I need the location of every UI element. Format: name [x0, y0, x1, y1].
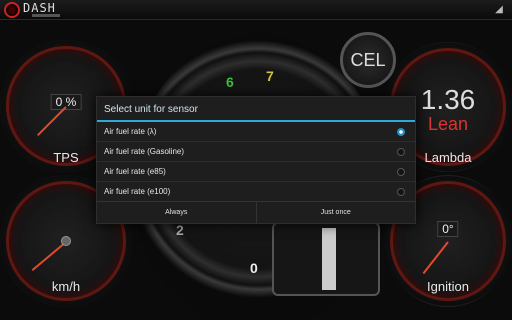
- ignition-readout: 0°: [437, 221, 459, 237]
- option-air-fuel-gasoline[interactable]: Air fuel rate (Gasoline): [97, 142, 415, 162]
- car-menu-icon[interactable]: ◢: [492, 4, 506, 16]
- radio-icon[interactable]: [397, 188, 405, 196]
- option-label: Air fuel rate (e85): [104, 167, 166, 176]
- option-label: Air fuel rate (Gasoline): [104, 147, 185, 156]
- option-air-fuel-e100[interactable]: Air fuel rate (e100): [97, 182, 415, 202]
- ignition-label: Ignition: [427, 279, 469, 294]
- radio-icon[interactable]: [397, 148, 405, 156]
- option-label: Air fuel rate (λ): [104, 127, 157, 136]
- option-air-fuel-e85[interactable]: Air fuel rate (e85): [97, 162, 415, 182]
- boost-bar-fill: [322, 228, 336, 290]
- dialog-title: Select unit for sensor: [97, 97, 415, 122]
- cel-button[interactable]: CEL: [340, 32, 396, 88]
- boost-bar-gauge: [272, 222, 380, 296]
- logo-badge-icon: [4, 2, 20, 18]
- radio-icon[interactable]: [397, 168, 405, 176]
- option-air-fuel-lambda[interactable]: Air fuel rate (λ): [97, 122, 415, 142]
- rpm-tick-7: 7: [266, 68, 274, 84]
- logo-underline: [32, 14, 60, 17]
- always-button[interactable]: Always: [97, 202, 256, 223]
- rpm-tick-2: 2: [176, 222, 184, 238]
- app-logo: DASH: [4, 2, 62, 18]
- rpm-tick-6: 6: [226, 74, 234, 90]
- speed-label: km/h: [51, 279, 81, 294]
- select-unit-dialog: Select unit for sensor Air fuel rate (λ)…: [96, 96, 416, 224]
- speed-needle-hub: [61, 236, 71, 246]
- dialog-button-bar: Always Just once: [97, 201, 415, 223]
- option-label: Air fuel rate (e100): [104, 187, 171, 196]
- just-once-button[interactable]: Just once: [255, 202, 416, 223]
- top-bar: DASH ◢: [0, 0, 512, 20]
- rpm-tick-0: 0: [250, 260, 258, 276]
- radio-selected-icon[interactable]: [397, 128, 405, 136]
